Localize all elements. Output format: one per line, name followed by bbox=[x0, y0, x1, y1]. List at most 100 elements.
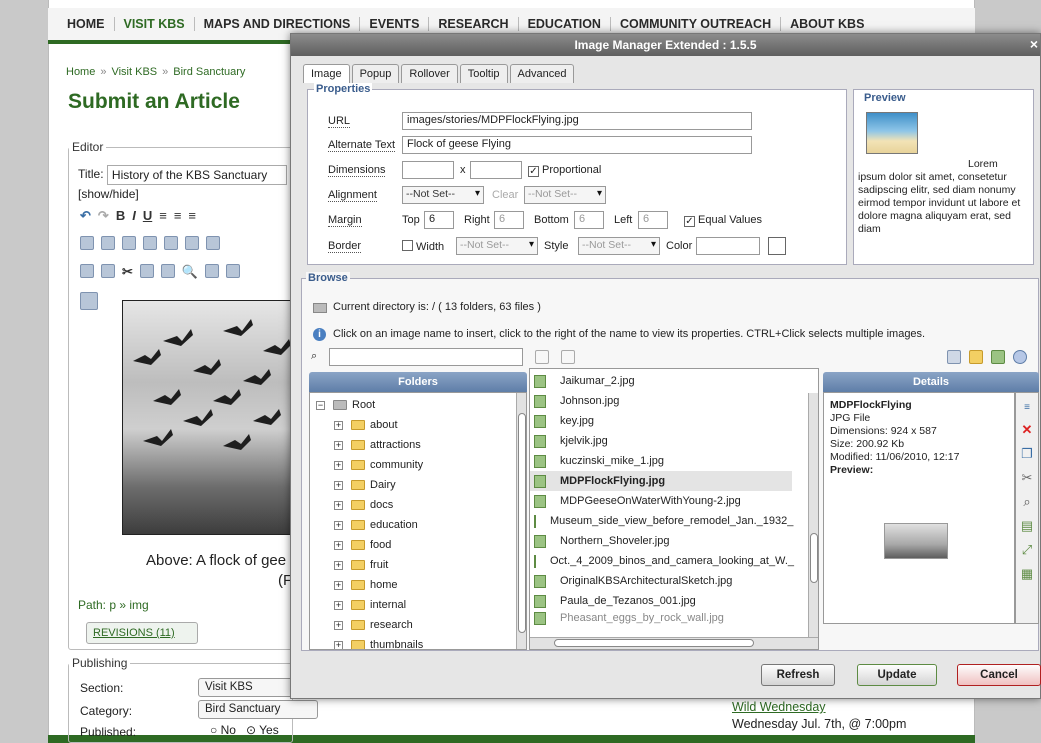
border-color-input[interactable] bbox=[696, 237, 760, 255]
published-no-radio[interactable]: ○ bbox=[210, 723, 217, 737]
show-hide-link[interactable]: [show/hide] bbox=[78, 187, 139, 201]
collapse-icon[interactable]: − bbox=[316, 400, 325, 410]
split-icon[interactable] bbox=[206, 236, 220, 250]
file-row[interactable]: key.jpg bbox=[530, 411, 792, 431]
row-icon[interactable] bbox=[122, 236, 136, 250]
tab-popup[interactable]: Popup bbox=[351, 64, 400, 83]
crumb-home[interactable]: Home bbox=[66, 66, 95, 78]
refresh-button[interactable]: Refresh bbox=[761, 664, 835, 686]
folder-community[interactable]: + community bbox=[334, 459, 423, 471]
scroll-thumb[interactable] bbox=[518, 413, 526, 633]
expand-icon[interactable]: + bbox=[334, 440, 343, 450]
crumb-visit[interactable]: Visit KBS bbox=[111, 66, 157, 78]
event-title[interactable]: Wild Wednesday bbox=[732, 700, 906, 714]
width-input[interactable] bbox=[402, 161, 454, 179]
insert-table-icon[interactable] bbox=[80, 292, 98, 310]
expand-icon[interactable]: + bbox=[334, 480, 343, 490]
folder-fruit[interactable]: + fruit bbox=[334, 559, 388, 571]
cancel-button[interactable]: Cancel bbox=[957, 664, 1041, 686]
expand-icon[interactable]: + bbox=[334, 540, 343, 550]
folder-attractions[interactable]: + attractions bbox=[334, 439, 421, 451]
align-right-icon[interactable]: ≡ bbox=[188, 208, 196, 224]
help-icon[interactable] bbox=[1013, 350, 1027, 364]
alt-text-input[interactable]: Flock of geese Flying bbox=[402, 136, 752, 154]
underline-icon[interactable]: U bbox=[143, 208, 152, 224]
align-center-icon[interactable]: ≡ bbox=[174, 208, 182, 224]
nav-community-outreach[interactable]: COMMUNITY OUTREACH bbox=[611, 17, 782, 31]
equal-values-checkbox[interactable]: ✓ bbox=[684, 216, 695, 227]
search-input[interactable] bbox=[329, 348, 523, 366]
nav-maps[interactable]: MAPS AND DIRECTIONS bbox=[195, 17, 361, 31]
file-row[interactable]: Paula_de_Tezanos_001.jpg bbox=[530, 591, 792, 611]
file-row[interactable]: Museum_side_view_before_remodel_Jan._193… bbox=[530, 511, 793, 531]
margin-top-input[interactable]: 6 bbox=[424, 211, 454, 229]
category-select[interactable]: Bird Sanctuary bbox=[198, 700, 318, 719]
border-width-checkbox[interactable] bbox=[402, 240, 413, 251]
edit-icon[interactable] bbox=[80, 236, 94, 250]
proportional-checkbox[interactable]: ✓ bbox=[528, 166, 539, 177]
folder-food[interactable]: + food bbox=[334, 539, 391, 551]
find-icon[interactable]: 🔍 bbox=[182, 264, 198, 280]
close-icon[interactable]: × bbox=[1020, 35, 1038, 54]
margin-right-input[interactable]: 6 bbox=[494, 211, 524, 229]
expand-icon[interactable]: + bbox=[334, 640, 343, 649]
replace-icon[interactable] bbox=[205, 264, 220, 278]
expand-icon[interactable]: + bbox=[334, 580, 343, 590]
expand-icon[interactable]: + bbox=[334, 600, 343, 610]
file-row[interactable]: kjelvik.jpg bbox=[530, 431, 792, 451]
file-row[interactable]: Jaikumar_2.jpg bbox=[530, 371, 792, 391]
folder-about[interactable]: + about bbox=[334, 419, 398, 431]
color-picker-icon[interactable] bbox=[768, 237, 786, 255]
file-row[interactable]: Pheasant_eggs_by_rock_wall.jpg bbox=[530, 611, 792, 625]
folder-internal[interactable]: + internal bbox=[334, 599, 406, 611]
nav-events[interactable]: EVENTS bbox=[360, 17, 430, 31]
resize-icon[interactable]: ⤢ bbox=[1020, 543, 1034, 557]
files-scrollbar[interactable] bbox=[808, 393, 818, 639]
expand-icon[interactable]: + bbox=[334, 560, 343, 570]
folder-thumbnails[interactable]: + thumbnails bbox=[334, 639, 423, 649]
nav-home[interactable]: HOME bbox=[58, 17, 115, 31]
paste-word-icon[interactable] bbox=[160, 264, 175, 278]
folders-scrollbar[interactable] bbox=[516, 393, 526, 649]
revisions-button[interactable]: REVISIONS (11) bbox=[86, 622, 198, 644]
inserted-geese-image[interactable] bbox=[122, 300, 302, 535]
file-row[interactable]: Johnson.jpg bbox=[530, 391, 792, 411]
upload-icon[interactable] bbox=[991, 350, 1005, 364]
file-row[interactable]: Northern_Shoveler.jpg bbox=[530, 531, 792, 551]
expand-icon[interactable]: + bbox=[334, 520, 343, 530]
cut-icon[interactable]: ✂ bbox=[122, 264, 133, 280]
folder-research[interactable]: + research bbox=[334, 619, 413, 631]
table-icon[interactable] bbox=[101, 236, 115, 250]
new-file-icon[interactable]: ▤ bbox=[1020, 519, 1034, 533]
copy-icon[interactable] bbox=[139, 264, 154, 278]
published-yes-radio[interactable]: ⊙ bbox=[246, 723, 256, 737]
sort-desc-icon[interactable] bbox=[561, 350, 575, 364]
tab-advanced[interactable]: Advanced bbox=[509, 64, 575, 83]
url-input[interactable]: images/stories/MDPFlockFlying.jpg bbox=[402, 112, 752, 130]
copy-icon[interactable]: ❐ bbox=[1020, 447, 1034, 461]
expand-icon[interactable]: + bbox=[334, 460, 343, 470]
col-icon[interactable] bbox=[143, 236, 157, 250]
paste-text-icon[interactable] bbox=[101, 264, 115, 278]
title-input[interactable]: History of the KBS Sanctuary bbox=[106, 165, 287, 185]
properties-icon[interactable]: ▦ bbox=[1020, 567, 1034, 581]
bold-icon[interactable]: B bbox=[116, 208, 125, 224]
border-width-select[interactable]: --Not Set-- bbox=[456, 237, 538, 255]
expand-icon[interactable]: + bbox=[334, 620, 343, 630]
margin-left-input[interactable]: 6 bbox=[638, 211, 668, 229]
file-row[interactable]: Oct._4_2009_binos_and_camera_looking_at_… bbox=[530, 551, 794, 571]
file-row-selected[interactable]: MDPFlockFlying.jpg bbox=[530, 471, 792, 491]
nav-research[interactable]: RESEARCH bbox=[429, 17, 519, 31]
paste-icon[interactable] bbox=[80, 264, 94, 278]
nav-education[interactable]: EDUCATION bbox=[519, 17, 611, 31]
tab-tooltip[interactable]: Tooltip bbox=[459, 64, 508, 83]
rename-icon[interactable]: ≡ bbox=[1020, 401, 1034, 415]
italic-icon[interactable]: I bbox=[132, 208, 136, 224]
clear-select[interactable]: --Not Set-- bbox=[524, 186, 606, 204]
files-hscrollbar[interactable] bbox=[530, 637, 818, 649]
folder-root[interactable]: − Root bbox=[316, 399, 375, 411]
height-input[interactable] bbox=[470, 161, 522, 179]
undo-icon[interactable]: ↶ bbox=[80, 208, 91, 224]
tab-rollover[interactable]: Rollover bbox=[401, 64, 458, 83]
link-icon[interactable] bbox=[226, 264, 241, 278]
